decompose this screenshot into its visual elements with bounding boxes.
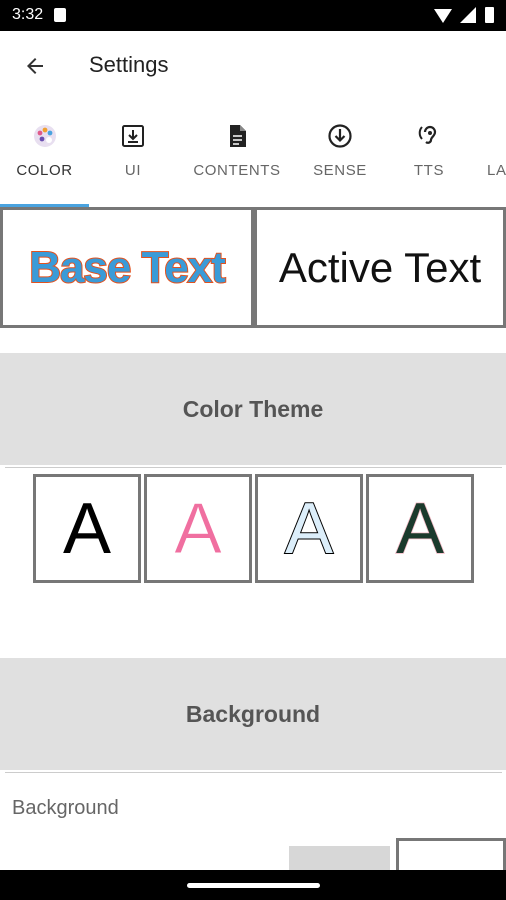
navigation-bar — [0, 870, 506, 900]
sd-card-icon — [54, 8, 66, 22]
color-theme-option-2[interactable]: A — [144, 474, 252, 583]
home-handle[interactable] — [187, 883, 320, 888]
theme-letter: A — [284, 488, 334, 569]
tab-bar: COLOR UI CONTENTS SENSE TTS LA — [0, 101, 506, 207]
wifi-icon — [434, 9, 452, 23]
tab-sense[interactable]: SENSE — [297, 101, 383, 207]
arrow-circle-down-icon — [328, 124, 352, 148]
section-title: Background — [185, 700, 321, 727]
signal-icon — [460, 7, 476, 23]
active-text-sample: Active Text — [278, 243, 482, 291]
tab-label: TTS — [413, 162, 445, 179]
base-text-sample: Base Text — [28, 242, 227, 293]
active-text-preview[interactable]: Active Text — [254, 207, 506, 328]
color-theme-option-3[interactable]: A — [255, 474, 363, 583]
tab-language[interactable]: LA — [475, 101, 506, 207]
arrow-left-icon — [27, 58, 43, 74]
color-theme-header: Color Theme — [0, 353, 506, 465]
page-title: Settings — [89, 52, 169, 77]
tab-label: COLOR — [16, 162, 73, 179]
palette-icon — [33, 125, 56, 147]
document-icon — [230, 125, 246, 147]
download-box-icon — [122, 125, 144, 147]
divider — [5, 467, 502, 468]
section-title: Color Theme — [182, 395, 324, 422]
tab-color[interactable]: COLOR — [0, 101, 89, 207]
status-bar: 3:32 — [0, 0, 506, 31]
theme-letter: A — [395, 488, 445, 569]
color-theme-option-1[interactable]: A — [33, 474, 141, 583]
status-time: 3:32 — [12, 6, 44, 23]
tab-contents[interactable]: CONTENTS — [177, 101, 297, 207]
hearing-icon — [418, 125, 437, 144]
back-button[interactable] — [16, 47, 54, 85]
base-text-preview[interactable]: Base Text — [0, 207, 254, 328]
color-theme-option-4[interactable]: A — [366, 474, 474, 583]
tab-label: CONTENTS — [193, 162, 281, 179]
tab-label: LA — [487, 162, 506, 179]
battery-icon — [485, 7, 494, 23]
tab-label: SENSE — [313, 162, 367, 179]
background-label: Background — [12, 797, 119, 819]
divider — [5, 772, 502, 773]
tab-label: UI — [124, 162, 142, 179]
tab-tts[interactable]: TTS — [383, 101, 475, 207]
app-bar: Settings — [0, 31, 506, 101]
theme-letter: A — [62, 488, 112, 569]
text-preview-row: Base Text Active Text — [0, 207, 506, 328]
tab-ui[interactable]: UI — [89, 101, 177, 207]
background-header: Background — [0, 658, 506, 770]
theme-letter: A — [173, 488, 223, 569]
